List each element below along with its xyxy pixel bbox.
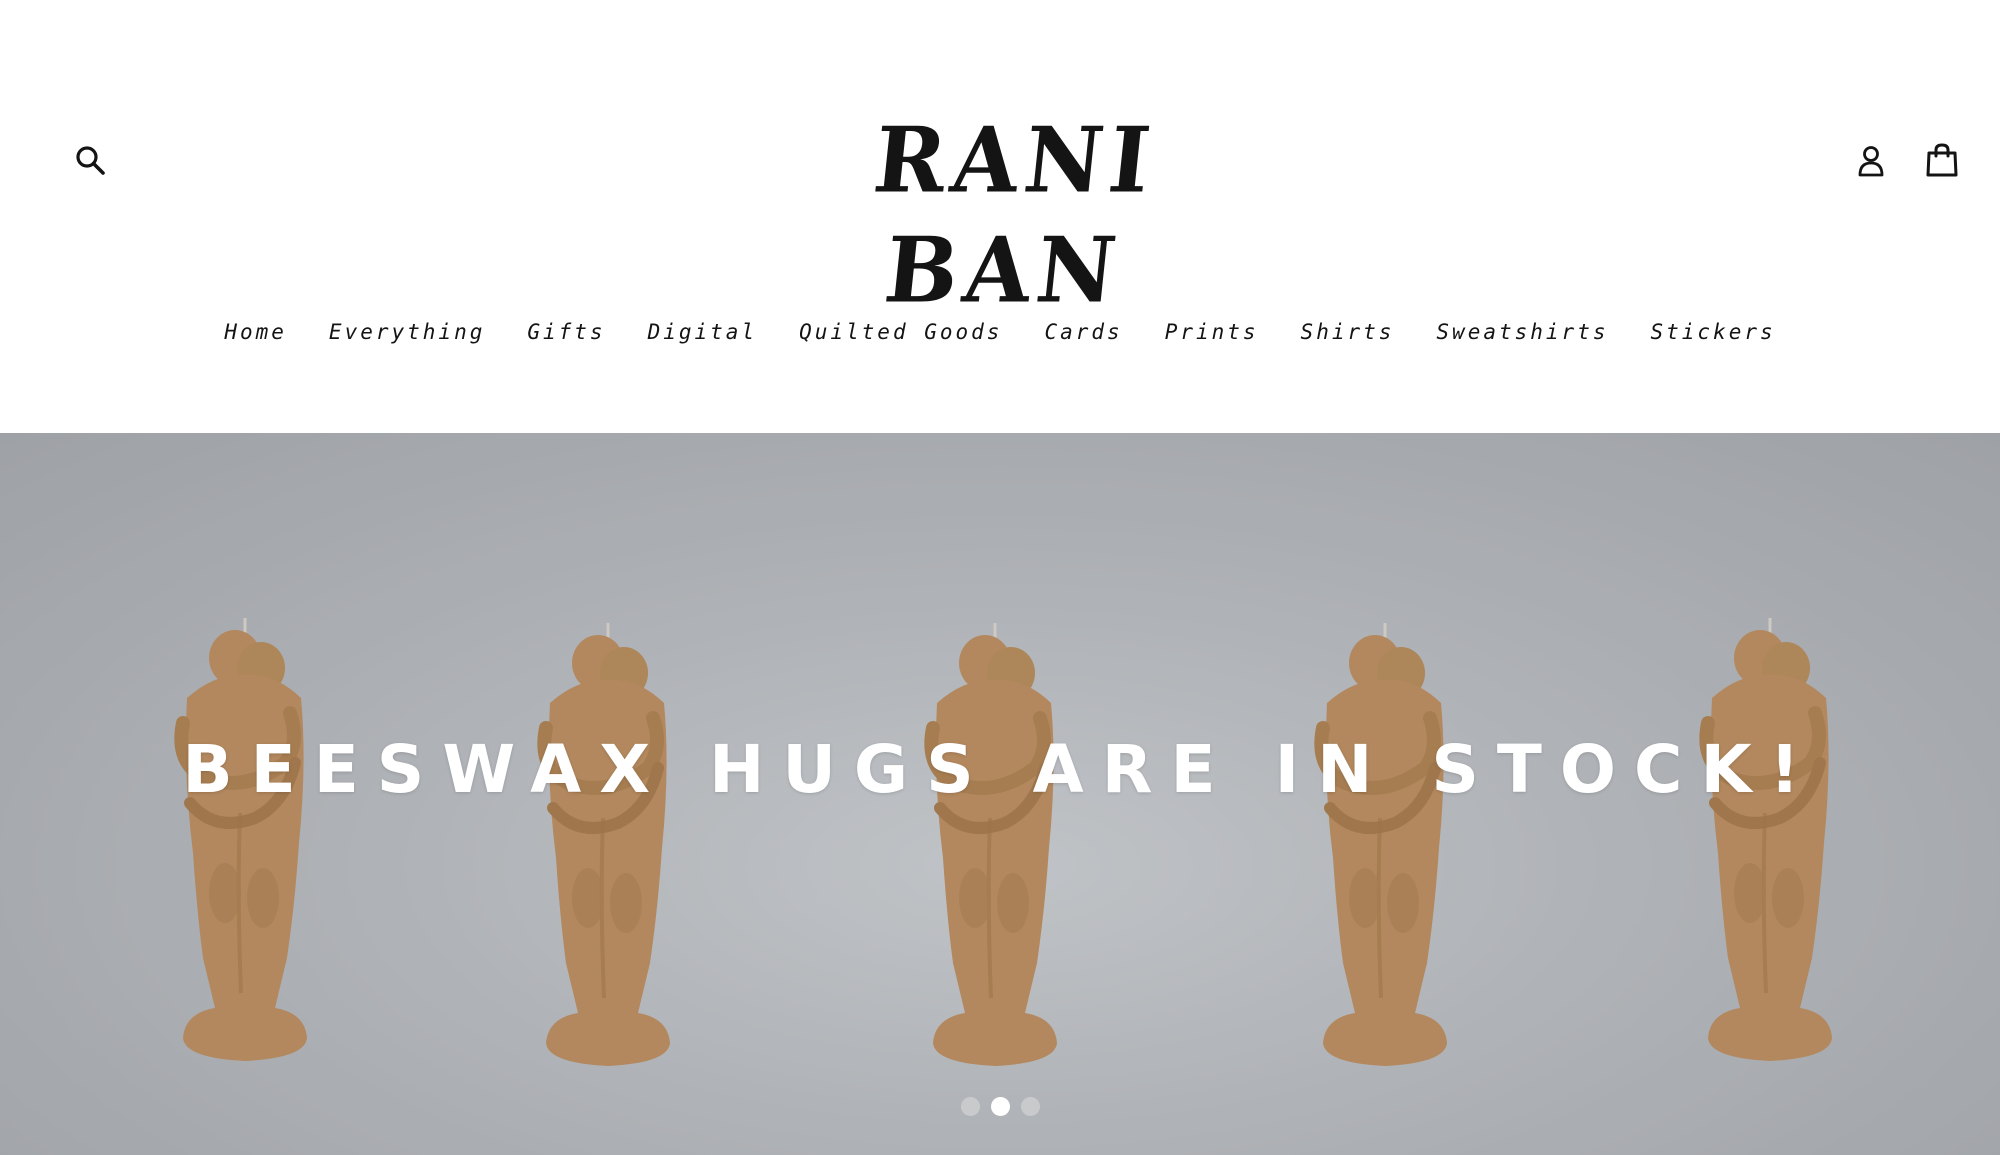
user-icon — [1858, 146, 1884, 177]
nav-item-stickers[interactable]: Stickers — [1650, 320, 1775, 344]
hero-slideshow[interactable]: BEESWAX HUGS ARE IN STOCK! — [0, 433, 2000, 1155]
site-header: RANI BAN Home Everything Gifts Digital Q… — [0, 0, 2000, 433]
nav-item-home[interactable]: Home — [224, 320, 287, 344]
cart-button[interactable] — [1920, 138, 1964, 182]
slideshow-pagination — [0, 1096, 2000, 1116]
nav-item-shirts[interactable]: Shirts — [1301, 320, 1395, 344]
logo-text: RANI BAN — [868, 107, 1162, 324]
shopping-bag-icon — [1926, 143, 1958, 177]
search-icon — [76, 146, 105, 175]
account-button[interactable] — [1850, 140, 1892, 182]
nav-item-digital[interactable]: Digital — [648, 320, 758, 344]
nav-item-gifts[interactable]: Gifts — [527, 320, 605, 344]
slide-dot-1[interactable] — [960, 1096, 980, 1116]
nav-item-quilted-goods[interactable]: Quilted Goods — [799, 320, 1002, 344]
nav-item-sweatshirts[interactable]: Sweatshirts — [1436, 320, 1608, 344]
nav-item-prints[interactable]: Prints — [1165, 320, 1259, 344]
slide-dot-2[interactable] — [990, 1096, 1010, 1116]
nav-item-cards[interactable]: Cards — [1044, 320, 1122, 344]
site-logo[interactable]: RANI BAN — [869, 107, 1161, 323]
slide-dot-3[interactable] — [1020, 1096, 1040, 1116]
hero-heading: BEESWAX HUGS ARE IN STOCK! — [182, 731, 1818, 808]
main-navigation: Home Everything Gifts Digital Quilted Go… — [0, 312, 2000, 352]
nav-item-everything[interactable]: Everything — [329, 320, 485, 344]
search-button[interactable] — [70, 140, 112, 182]
